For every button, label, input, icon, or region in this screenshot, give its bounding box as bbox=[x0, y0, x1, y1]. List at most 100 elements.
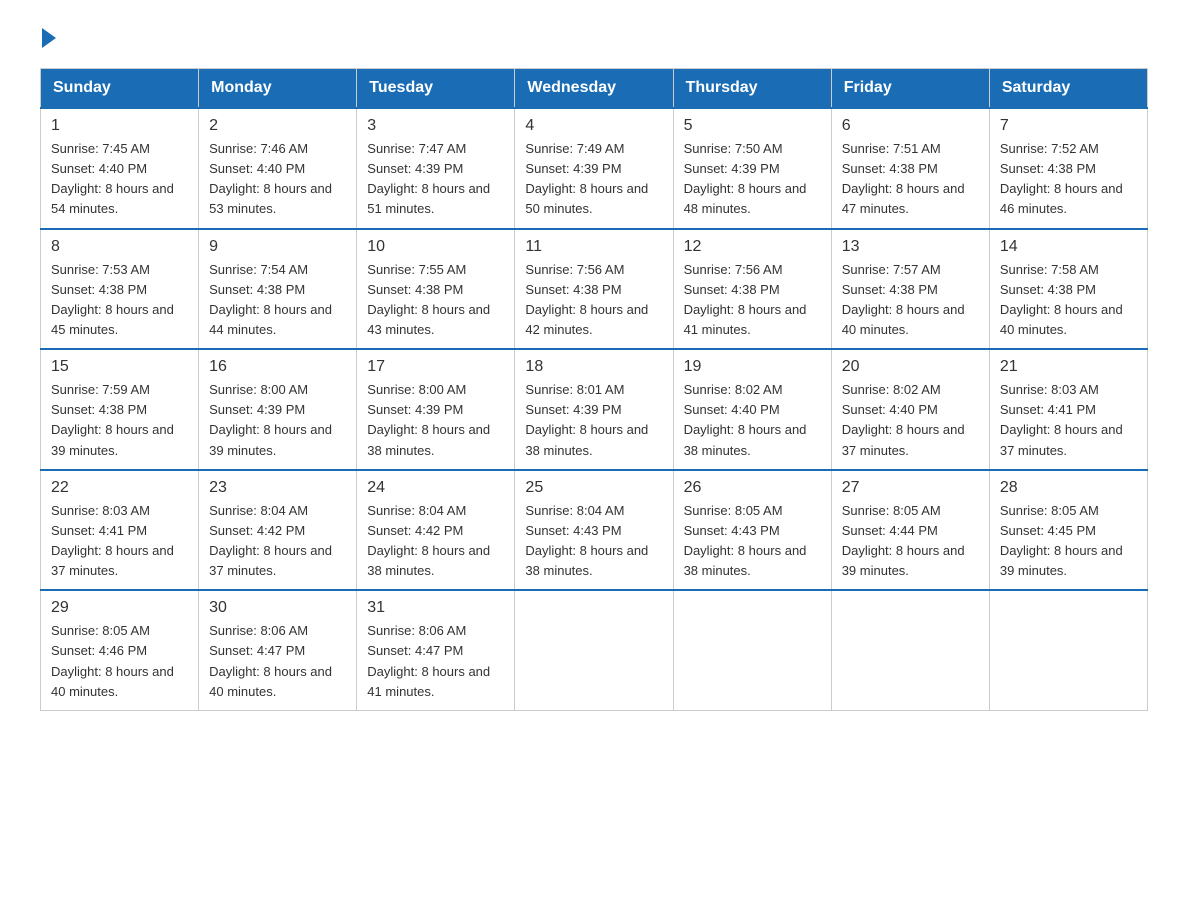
calendar-cell bbox=[673, 590, 831, 710]
calendar-cell: 9 Sunrise: 7:54 AM Sunset: 4:38 PM Dayli… bbox=[199, 229, 357, 350]
header-thursday: Thursday bbox=[673, 69, 831, 109]
day-number: 5 bbox=[684, 117, 821, 135]
header-sunday: Sunday bbox=[41, 69, 199, 109]
day-number: 28 bbox=[1000, 479, 1137, 497]
day-number: 2 bbox=[209, 117, 346, 135]
calendar-cell: 28 Sunrise: 8:05 AM Sunset: 4:45 PM Dayl… bbox=[989, 470, 1147, 591]
calendar-cell bbox=[515, 590, 673, 710]
day-number: 8 bbox=[51, 238, 188, 256]
day-number: 10 bbox=[367, 238, 504, 256]
calendar-cell: 30 Sunrise: 8:06 AM Sunset: 4:47 PM Dayl… bbox=[199, 590, 357, 710]
day-number: 15 bbox=[51, 358, 188, 376]
day-info: Sunrise: 7:49 AM Sunset: 4:39 PM Dayligh… bbox=[525, 139, 662, 220]
day-number: 24 bbox=[367, 479, 504, 497]
calendar-cell: 14 Sunrise: 7:58 AM Sunset: 4:38 PM Dayl… bbox=[989, 229, 1147, 350]
day-number: 7 bbox=[1000, 117, 1137, 135]
day-number: 18 bbox=[525, 358, 662, 376]
calendar-cell: 16 Sunrise: 8:00 AM Sunset: 4:39 PM Dayl… bbox=[199, 349, 357, 470]
day-info: Sunrise: 8:02 AM Sunset: 4:40 PM Dayligh… bbox=[842, 380, 979, 461]
day-number: 21 bbox=[1000, 358, 1137, 376]
day-info: Sunrise: 8:02 AM Sunset: 4:40 PM Dayligh… bbox=[684, 380, 821, 461]
calendar-cell: 5 Sunrise: 7:50 AM Sunset: 4:39 PM Dayli… bbox=[673, 108, 831, 229]
calendar-cell: 27 Sunrise: 8:05 AM Sunset: 4:44 PM Dayl… bbox=[831, 470, 989, 591]
calendar-cell: 8 Sunrise: 7:53 AM Sunset: 4:38 PM Dayli… bbox=[41, 229, 199, 350]
calendar-cell: 15 Sunrise: 7:59 AM Sunset: 4:38 PM Dayl… bbox=[41, 349, 199, 470]
header-wednesday: Wednesday bbox=[515, 69, 673, 109]
header-friday: Friday bbox=[831, 69, 989, 109]
calendar-cell: 13 Sunrise: 7:57 AM Sunset: 4:38 PM Dayl… bbox=[831, 229, 989, 350]
day-number: 27 bbox=[842, 479, 979, 497]
day-number: 17 bbox=[367, 358, 504, 376]
day-info: Sunrise: 8:05 AM Sunset: 4:43 PM Dayligh… bbox=[684, 501, 821, 582]
week-row-1: 1 Sunrise: 7:45 AM Sunset: 4:40 PM Dayli… bbox=[41, 108, 1148, 229]
day-number: 13 bbox=[842, 238, 979, 256]
day-number: 14 bbox=[1000, 238, 1137, 256]
calendar-cell: 17 Sunrise: 8:00 AM Sunset: 4:39 PM Dayl… bbox=[357, 349, 515, 470]
day-info: Sunrise: 8:04 AM Sunset: 4:42 PM Dayligh… bbox=[367, 501, 504, 582]
day-number: 20 bbox=[842, 358, 979, 376]
day-info: Sunrise: 7:50 AM Sunset: 4:39 PM Dayligh… bbox=[684, 139, 821, 220]
calendar-cell: 11 Sunrise: 7:56 AM Sunset: 4:38 PM Dayl… bbox=[515, 229, 673, 350]
day-info: Sunrise: 7:46 AM Sunset: 4:40 PM Dayligh… bbox=[209, 139, 346, 220]
week-row-4: 22 Sunrise: 8:03 AM Sunset: 4:41 PM Dayl… bbox=[41, 470, 1148, 591]
day-number: 16 bbox=[209, 358, 346, 376]
logo-arrow-icon bbox=[42, 28, 56, 48]
calendar-cell: 4 Sunrise: 7:49 AM Sunset: 4:39 PM Dayli… bbox=[515, 108, 673, 229]
logo bbox=[40, 30, 56, 48]
day-info: Sunrise: 7:57 AM Sunset: 4:38 PM Dayligh… bbox=[842, 260, 979, 341]
week-row-5: 29 Sunrise: 8:05 AM Sunset: 4:46 PM Dayl… bbox=[41, 590, 1148, 710]
day-number: 22 bbox=[51, 479, 188, 497]
day-number: 4 bbox=[525, 117, 662, 135]
day-number: 30 bbox=[209, 599, 346, 617]
day-number: 11 bbox=[525, 238, 662, 256]
day-info: Sunrise: 7:51 AM Sunset: 4:38 PM Dayligh… bbox=[842, 139, 979, 220]
week-row-3: 15 Sunrise: 7:59 AM Sunset: 4:38 PM Dayl… bbox=[41, 349, 1148, 470]
day-number: 1 bbox=[51, 117, 188, 135]
day-info: Sunrise: 8:05 AM Sunset: 4:46 PM Dayligh… bbox=[51, 621, 188, 702]
page-header bbox=[40, 30, 1148, 48]
calendar-cell: 19 Sunrise: 8:02 AM Sunset: 4:40 PM Dayl… bbox=[673, 349, 831, 470]
calendar-cell: 20 Sunrise: 8:02 AM Sunset: 4:40 PM Dayl… bbox=[831, 349, 989, 470]
day-info: Sunrise: 7:59 AM Sunset: 4:38 PM Dayligh… bbox=[51, 380, 188, 461]
day-info: Sunrise: 7:56 AM Sunset: 4:38 PM Dayligh… bbox=[525, 260, 662, 341]
day-info: Sunrise: 8:03 AM Sunset: 4:41 PM Dayligh… bbox=[51, 501, 188, 582]
day-info: Sunrise: 7:55 AM Sunset: 4:38 PM Dayligh… bbox=[367, 260, 504, 341]
day-info: Sunrise: 7:53 AM Sunset: 4:38 PM Dayligh… bbox=[51, 260, 188, 341]
day-info: Sunrise: 8:04 AM Sunset: 4:43 PM Dayligh… bbox=[525, 501, 662, 582]
calendar-cell: 7 Sunrise: 7:52 AM Sunset: 4:38 PM Dayli… bbox=[989, 108, 1147, 229]
day-number: 31 bbox=[367, 599, 504, 617]
day-info: Sunrise: 8:05 AM Sunset: 4:44 PM Dayligh… bbox=[842, 501, 979, 582]
day-number: 19 bbox=[684, 358, 821, 376]
day-number: 23 bbox=[209, 479, 346, 497]
day-info: Sunrise: 8:00 AM Sunset: 4:39 PM Dayligh… bbox=[209, 380, 346, 461]
day-info: Sunrise: 7:54 AM Sunset: 4:38 PM Dayligh… bbox=[209, 260, 346, 341]
calendar-cell: 29 Sunrise: 8:05 AM Sunset: 4:46 PM Dayl… bbox=[41, 590, 199, 710]
day-info: Sunrise: 8:01 AM Sunset: 4:39 PM Dayligh… bbox=[525, 380, 662, 461]
day-info: Sunrise: 7:52 AM Sunset: 4:38 PM Dayligh… bbox=[1000, 139, 1137, 220]
day-number: 29 bbox=[51, 599, 188, 617]
day-info: Sunrise: 8:03 AM Sunset: 4:41 PM Dayligh… bbox=[1000, 380, 1137, 461]
day-number: 25 bbox=[525, 479, 662, 497]
calendar-header-row: SundayMondayTuesdayWednesdayThursdayFrid… bbox=[41, 69, 1148, 109]
calendar-cell: 2 Sunrise: 7:46 AM Sunset: 4:40 PM Dayli… bbox=[199, 108, 357, 229]
calendar-cell: 23 Sunrise: 8:04 AM Sunset: 4:42 PM Dayl… bbox=[199, 470, 357, 591]
header-tuesday: Tuesday bbox=[357, 69, 515, 109]
day-info: Sunrise: 8:06 AM Sunset: 4:47 PM Dayligh… bbox=[367, 621, 504, 702]
day-info: Sunrise: 8:06 AM Sunset: 4:47 PM Dayligh… bbox=[209, 621, 346, 702]
day-info: Sunrise: 8:04 AM Sunset: 4:42 PM Dayligh… bbox=[209, 501, 346, 582]
day-info: Sunrise: 7:56 AM Sunset: 4:38 PM Dayligh… bbox=[684, 260, 821, 341]
calendar-cell: 24 Sunrise: 8:04 AM Sunset: 4:42 PM Dayl… bbox=[357, 470, 515, 591]
calendar-cell: 22 Sunrise: 8:03 AM Sunset: 4:41 PM Dayl… bbox=[41, 470, 199, 591]
calendar-cell: 18 Sunrise: 8:01 AM Sunset: 4:39 PM Dayl… bbox=[515, 349, 673, 470]
day-number: 26 bbox=[684, 479, 821, 497]
calendar-cell: 6 Sunrise: 7:51 AM Sunset: 4:38 PM Dayli… bbox=[831, 108, 989, 229]
calendar-cell: 10 Sunrise: 7:55 AM Sunset: 4:38 PM Dayl… bbox=[357, 229, 515, 350]
calendar-cell: 21 Sunrise: 8:03 AM Sunset: 4:41 PM Dayl… bbox=[989, 349, 1147, 470]
day-info: Sunrise: 7:58 AM Sunset: 4:38 PM Dayligh… bbox=[1000, 260, 1137, 341]
day-info: Sunrise: 7:45 AM Sunset: 4:40 PM Dayligh… bbox=[51, 139, 188, 220]
header-saturday: Saturday bbox=[989, 69, 1147, 109]
week-row-2: 8 Sunrise: 7:53 AM Sunset: 4:38 PM Dayli… bbox=[41, 229, 1148, 350]
day-info: Sunrise: 7:47 AM Sunset: 4:39 PM Dayligh… bbox=[367, 139, 504, 220]
calendar-cell bbox=[989, 590, 1147, 710]
day-info: Sunrise: 8:05 AM Sunset: 4:45 PM Dayligh… bbox=[1000, 501, 1137, 582]
